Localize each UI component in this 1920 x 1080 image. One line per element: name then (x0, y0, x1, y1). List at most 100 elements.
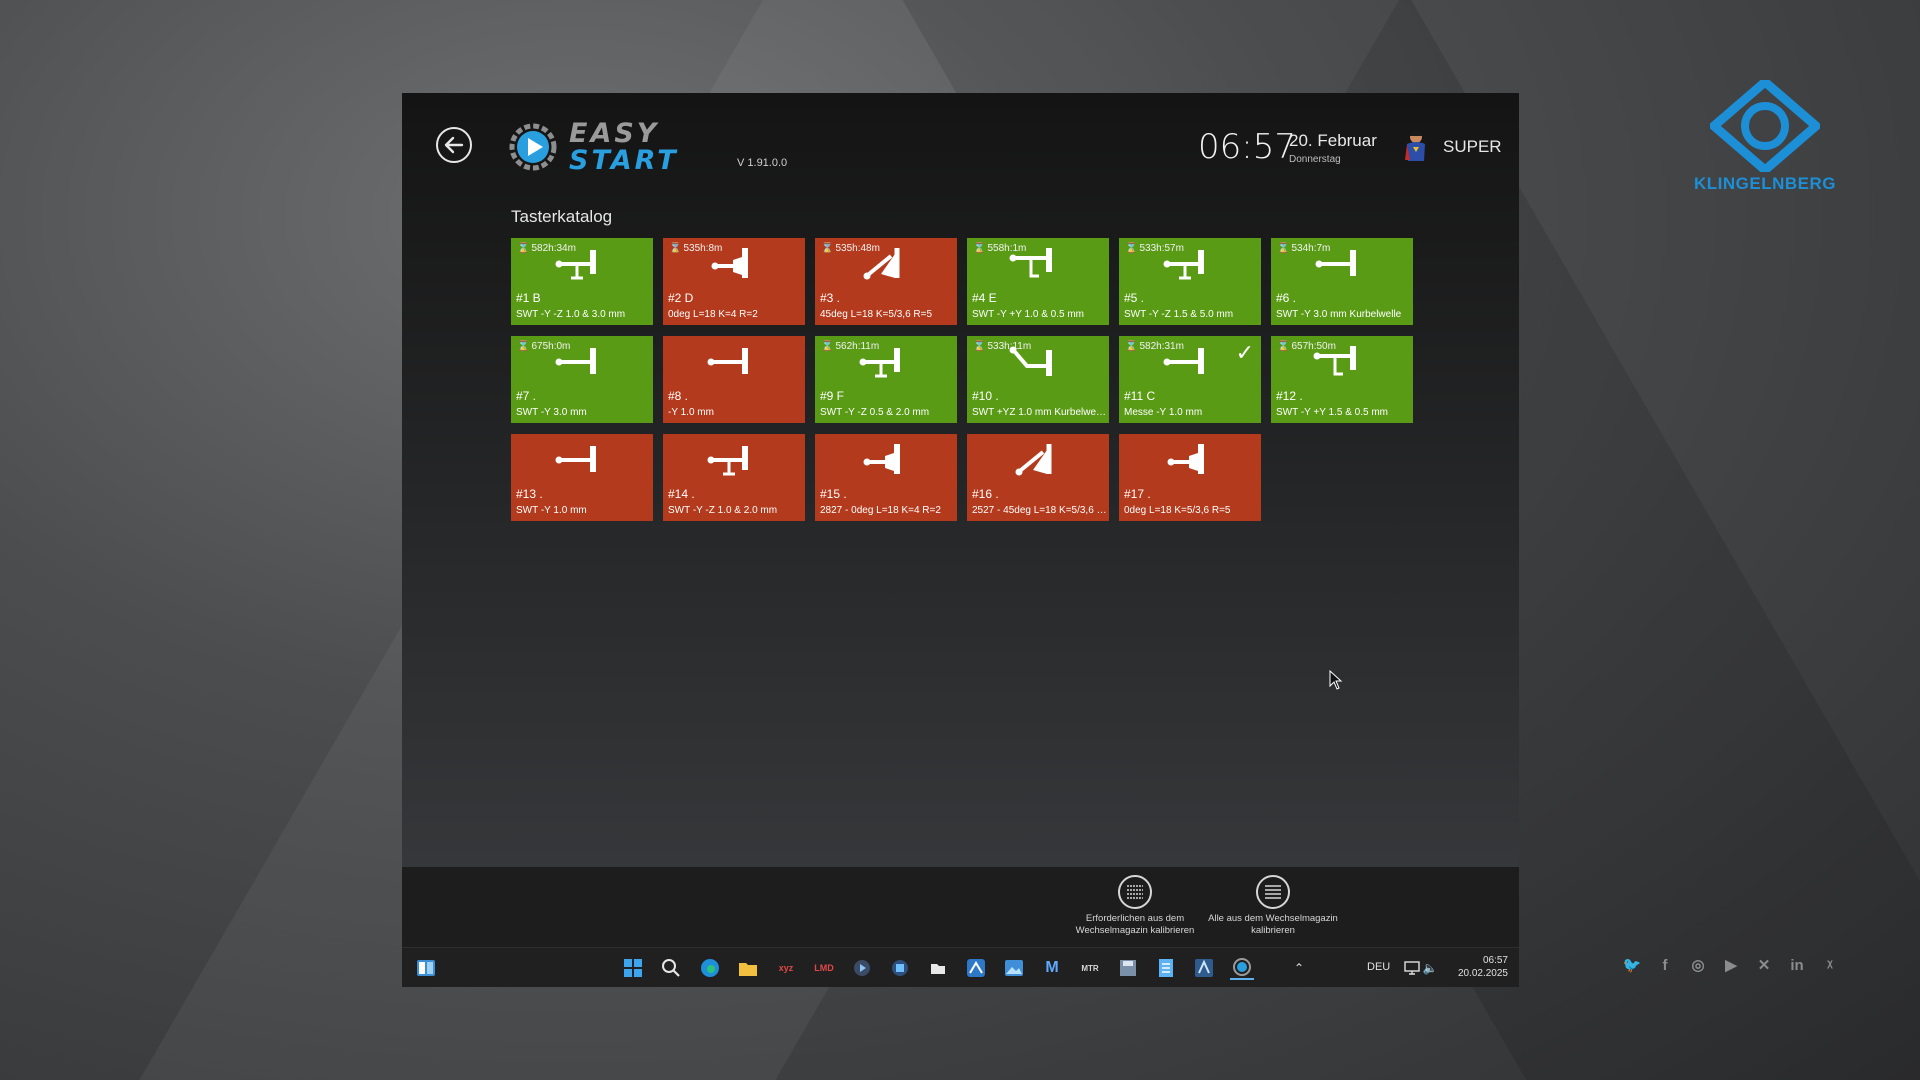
probe-description: SWT -Y -Z 1.0 & 3.0 mm (516, 309, 626, 320)
probe-tile[interactable]: ⌛ 533h:11m #10 . SWT +YZ 1.0 mm Kurbelwelle… (967, 336, 1109, 423)
system-clock[interactable]: 06:57 20.02.2025 (1442, 954, 1508, 980)
probe-tile[interactable]: ⌛ 535h:48m #3 . 45deg L=18 K=5/3,6 R=5 (815, 238, 957, 325)
probe-description: 2527 - 45deg L=18 K=5/3,6 R... (972, 505, 1108, 516)
probe-description: SWT -Y 3.0 mm (516, 407, 587, 418)
back-button[interactable] (436, 127, 472, 163)
probe-tile[interactable]: #17 . 0deg L=18 K=5/3,6 R=5 (1119, 434, 1261, 521)
hourglass-icon: ⌛ (1277, 341, 1290, 352)
probe-tile[interactable]: ⌛ 582h:31m ✓ #11 C Messe -Y 1.0 mm (1119, 336, 1261, 423)
probe-tile[interactable]: #14 . SWT -Y -Z 1.0 & 2.0 mm (663, 434, 805, 521)
probe-number: #4 E (972, 291, 997, 305)
social-links: 🐦 f ◎ ▶ ✕ in ᵡ (1620, 953, 1842, 977)
media-player-icon[interactable] (850, 956, 874, 980)
user-name[interactable]: SUPER (1443, 137, 1502, 157)
probe-number: #9 F (820, 389, 845, 403)
probe-tile[interactable]: #16 . 2527 - 45deg L=18 K=5/3,6 R... (967, 434, 1109, 521)
probe-stylus-icon (555, 348, 596, 374)
probe-tile[interactable]: ⌛ 535h:8m #2 D 0deg L=18 K=4 R=2 (663, 238, 805, 325)
probe-description: SWT -Y +Y 1.0 & 0.5 mm (972, 309, 1084, 320)
probe-tile[interactable]: ⌛ 558h:1m #4 E SWT -Y +Y 1.0 & 0.5 mm (967, 238, 1109, 325)
instagram-icon[interactable]: ◎ (1686, 953, 1710, 977)
checkmark-icon: ✓ (1235, 340, 1254, 365)
linkedin-icon[interactable]: in (1785, 953, 1809, 977)
probe-stylus-icon (1009, 248, 1052, 278)
hourglass-icon: ⌛ (669, 243, 682, 254)
widgets-icon[interactable] (414, 956, 438, 980)
hourglass-icon: ⌛ (821, 341, 834, 352)
logo-word-easy: EASY (569, 118, 660, 149)
windows-start-icon[interactable] (621, 956, 645, 980)
hourglass-icon: ⌛ (517, 341, 530, 352)
notepad-icon[interactable] (1154, 956, 1178, 980)
probe-tile[interactable]: ⌛ 534h:7m #6 . SWT -Y 3.0 mm Kurbelwelle (1271, 238, 1413, 325)
youtube-icon[interactable]: ▶ (1719, 953, 1743, 977)
probe-tile[interactable]: ⌛ 582h:34m #1 B SWT -Y -Z 1.0 & 3.0 mm (511, 238, 653, 325)
clock: 06:57 (1198, 127, 1296, 167)
weekday-label: Donnerstag (1289, 154, 1341, 165)
save-icon[interactable] (1116, 956, 1140, 980)
probe-tile[interactable]: #8 . -Y 1.0 mm (663, 336, 805, 423)
probe-stylus-icon (1315, 250, 1356, 276)
edge-icon[interactable] (698, 956, 722, 980)
probe-tile[interactable]: ⌛ 675h:0m #7 . SWT -Y 3.0 mm (511, 336, 653, 423)
probe-description: SWT -Y 3.0 mm Kurbelwelle (1276, 309, 1402, 320)
x-icon[interactable]: ᵡ (1818, 953, 1842, 977)
user-avatar[interactable] (1404, 129, 1428, 163)
file-explorer-icon[interactable] (736, 956, 760, 980)
lmd-app-icon[interactable]: LMD (812, 956, 836, 980)
xing-icon[interactable]: ✕ (1752, 953, 1776, 977)
probe-tile[interactable]: ⌛ 533h:57m #5 . SWT -Y -Z 1.5 & 5.0 mm (1119, 238, 1261, 325)
probe-stylus-icon (1015, 444, 1052, 476)
probe-stylus-icon (1167, 444, 1204, 474)
hourglass-icon: ⌛ (973, 341, 986, 352)
superhero-avatar-icon (1405, 130, 1425, 161)
language-indicator[interactable]: DEU (1367, 961, 1390, 973)
probe-description: 45deg L=18 K=5/3,6 R=5 (820, 309, 933, 320)
mtr-icon[interactable]: MTR (1078, 956, 1102, 980)
probe-number: #13 . (516, 487, 543, 501)
probe-tile[interactable]: #15 . 2827 - 0deg L=18 K=4 R=2 (815, 434, 957, 521)
klingelnberg-logo: KLINGELNBERG (1690, 80, 1840, 200)
lmd-xyz-icon[interactable]: xyz (774, 956, 798, 980)
probe-description: 0deg L=18 K=4 R=2 (668, 309, 758, 320)
probe-number: #2 D (668, 291, 694, 305)
paint-icon[interactable] (1192, 956, 1216, 980)
probe-stylus-icon (859, 348, 900, 378)
hourglass-icon: ⌛ (517, 243, 530, 254)
probe-tile[interactable]: ⌛ 657h:50m #12 . SWT -Y +Y 1.5 & 0.5 mm (1271, 336, 1413, 423)
volume-icon[interactable]: 🔈 (1418, 956, 1442, 980)
hourglass-icon: ⌛ (1125, 243, 1138, 254)
probe-stylus-icon (555, 446, 596, 472)
version-label: V 1.91.0.0 (737, 157, 788, 169)
folder-icon[interactable] (926, 956, 950, 980)
search-icon[interactable] (659, 956, 683, 980)
probe-stylus-icon (555, 250, 596, 280)
probe-tile[interactable]: #13 . SWT -Y 1.0 mm (511, 434, 653, 521)
facebook-icon[interactable]: f (1653, 953, 1677, 977)
mi-icon[interactable]: M (1040, 956, 1064, 980)
section-title: Tasterkatalog (511, 207, 613, 226)
probe-description: Messe -Y 1.0 mm (1124, 407, 1203, 418)
twitter-icon[interactable]: 🐦 (1620, 953, 1644, 977)
probe-tile[interactable]: ⌛ 562h:11m #9 F SWT -Y -Z 0.5 & 2.0 mm (815, 336, 957, 423)
calibrate-required-label: Erforderlichen aus dem Wechselmagazin ka… (1075, 913, 1195, 936)
klingelnberg-emblem-icon (1710, 80, 1820, 172)
calibrate-all-button[interactable]: Alle aus dem Wechselmagazin kalibrieren (1208, 875, 1338, 937)
image-editor-icon[interactable] (964, 956, 988, 980)
probe-stylus-icon (863, 444, 900, 474)
hourglass-icon: ⌛ (1125, 341, 1138, 352)
probe-stylus-icon (1313, 346, 1356, 376)
date-label: 20. Februar (1289, 131, 1377, 150)
gear-play-icon (509, 123, 557, 171)
arrow-left-icon (444, 136, 464, 154)
probe-description: -Y 1.0 mm (668, 407, 714, 418)
list-calibrate-icon (1118, 875, 1152, 909)
easystart-icon[interactable] (1230, 956, 1254, 980)
probe-number: #5 . (1124, 291, 1145, 305)
app-icon[interactable] (888, 956, 912, 980)
probe-description: 2827 - 0deg L=18 K=4 R=2 (820, 505, 941, 516)
photos-icon[interactable] (1002, 956, 1026, 980)
calibrate-required-button[interactable]: Erforderlichen aus dem Wechselmagazin ka… (1070, 875, 1200, 937)
probe-number: #17 . (1124, 487, 1151, 501)
chevron-up-icon[interactable]: ⌃ (1287, 956, 1311, 980)
